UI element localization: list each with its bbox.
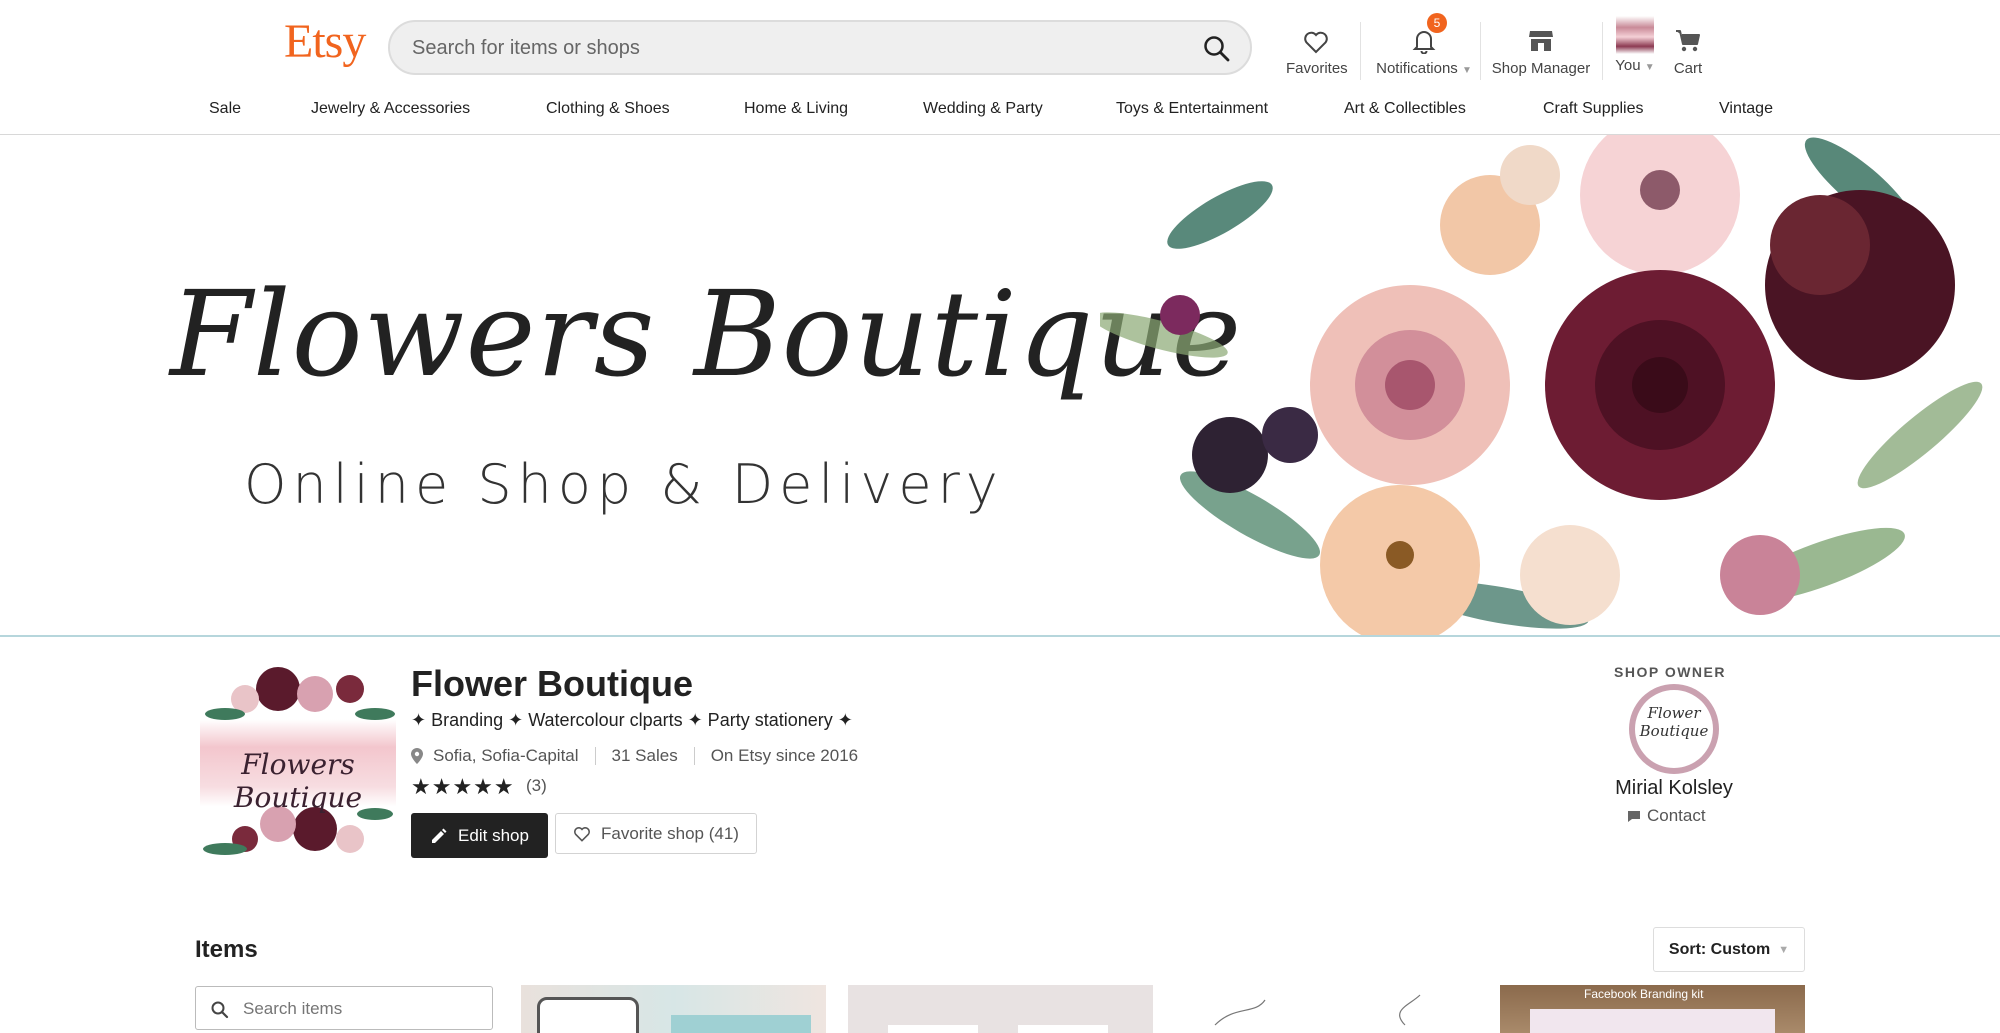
you-nav[interactable]: You ▼	[1610, 16, 1660, 74]
category-wedding[interactable]: Wedding & Party	[923, 100, 1043, 118]
pencil-icon	[432, 828, 447, 843]
contact-label: Contact	[1647, 806, 1706, 825]
notification-badge: 5	[1427, 13, 1447, 33]
shop-meta: Sofia, Sofia-Capital 31 Sales On Etsy si…	[411, 746, 858, 766]
search-icon[interactable]	[1202, 34, 1232, 64]
notifications-nav[interactable]: Notifications ▼	[1368, 26, 1480, 77]
etsy-logo[interactable]: Etsy	[284, 18, 366, 66]
caret-down-icon: ▼	[1644, 62, 1655, 73]
cart-icon	[1676, 30, 1700, 52]
owner-name[interactable]: Mirial Kolsley	[1604, 777, 1744, 800]
category-jewelry[interactable]: Jewelry & Accessories	[311, 100, 470, 118]
divider	[1602, 22, 1603, 80]
search-icon	[211, 1001, 229, 1019]
shop-since: On Etsy since 2016	[710, 746, 859, 765]
shop-manager-label: Shop Manager	[1491, 60, 1591, 77]
you-label: You	[1615, 57, 1641, 74]
shop-logo: Flowers Boutique	[200, 664, 396, 862]
favorites-nav[interactable]: Favorites	[1286, 26, 1348, 77]
stationery-image	[888, 1025, 978, 1033]
contact-link[interactable]: Contact	[1627, 806, 1706, 826]
shop-manager-nav[interactable]: Shop Manager	[1488, 26, 1594, 77]
cards-image	[671, 1015, 811, 1033]
cart-label: Cart	[1673, 60, 1703, 77]
shop-tagline: ✦ Branding ✦ Watercolour clparts ✦ Party…	[411, 710, 853, 730]
edit-shop-button[interactable]: Edit shop	[411, 813, 548, 858]
user-avatar	[1616, 16, 1654, 54]
sort-dropdown[interactable]: Sort: Custom ▼	[1653, 927, 1805, 972]
category-clothing[interactable]: Clothing & Shoes	[546, 100, 670, 118]
banner-title: Flowers Boutique	[170, 265, 1243, 403]
divider	[1360, 22, 1361, 80]
shop-icon	[1529, 31, 1553, 51]
shop-logo-text: Flowers Boutique	[233, 748, 363, 814]
shop-name: Flower Boutique	[411, 663, 693, 704]
listing-thumbnail-caption: Facebook Branding kit	[1584, 987, 1704, 1001]
caret-down-icon: ▼	[1461, 65, 1472, 76]
shop-location: Sofia, Sofia-Capital	[433, 746, 579, 765]
floral-sketch-image	[1214, 994, 1421, 1026]
heart-icon	[574, 826, 590, 842]
category-vintage[interactable]: Vintage	[1719, 100, 1773, 118]
shop-sales[interactable]: 31 Sales	[612, 746, 678, 766]
stationery-image	[1018, 1025, 1108, 1033]
items-heading: Items	[195, 936, 258, 963]
search-bar	[388, 20, 1252, 75]
search-input[interactable]	[410, 22, 1174, 75]
listing-thumbnail[interactable]	[1175, 985, 1480, 1033]
listing-thumbnail[interactable]: Facebook Branding kit	[1500, 985, 1805, 1033]
category-home[interactable]: Home & Living	[744, 100, 848, 118]
heart-icon	[1304, 31, 1328, 54]
notifications-label: Notifications	[1376, 60, 1458, 77]
owner-avatar-text: Flower Boutique	[1639, 704, 1709, 740]
item-search-field	[195, 986, 493, 1030]
rating-stars[interactable]: ★★★★★	[411, 774, 515, 800]
owner-avatar[interactable]: Flower Boutique	[1629, 684, 1719, 774]
category-nav: Sale Jewelry & Accessories Clothing & Sh…	[0, 96, 2000, 135]
category-craft[interactable]: Craft Supplies	[1543, 100, 1644, 118]
divider	[1480, 22, 1481, 80]
location-pin-icon	[411, 748, 423, 764]
item-search-input[interactable]	[241, 995, 485, 1023]
edit-shop-label: Edit shop	[458, 825, 529, 845]
review-count[interactable]: (3)	[526, 776, 547, 796]
banner-subtitle: Online Shop & Delivery	[244, 453, 1004, 516]
divider	[693, 747, 695, 765]
message-icon	[1628, 810, 1640, 822]
favorites-label: Favorites	[1286, 60, 1348, 77]
phone-mockup-image	[537, 997, 639, 1033]
favorite-shop-button[interactable]: Favorite shop (41)	[555, 813, 757, 854]
shop-owner-label: SHOP OWNER	[1614, 664, 1726, 680]
category-art[interactable]: Art & Collectibles	[1344, 100, 1466, 118]
category-sale[interactable]: Sale	[209, 100, 241, 118]
listing-thumbnail[interactable]	[848, 985, 1153, 1033]
divider	[594, 747, 596, 765]
flower-bouquet-illustration	[1100, 135, 1983, 635]
listing-thumbnail[interactable]	[521, 985, 826, 1033]
favorite-shop-label: Favorite shop (41)	[601, 823, 739, 843]
shop-banner: Flowers Boutique Online Shop & Delivery	[0, 135, 2000, 637]
branding-kit-image	[1530, 1009, 1775, 1033]
category-toys[interactable]: Toys & Entertainment	[1116, 100, 1268, 118]
sort-label: Sort: Custom	[1668, 940, 1771, 958]
cart-nav[interactable]: Cart	[1668, 26, 1708, 77]
caret-down-icon: ▼	[1778, 943, 1790, 956]
